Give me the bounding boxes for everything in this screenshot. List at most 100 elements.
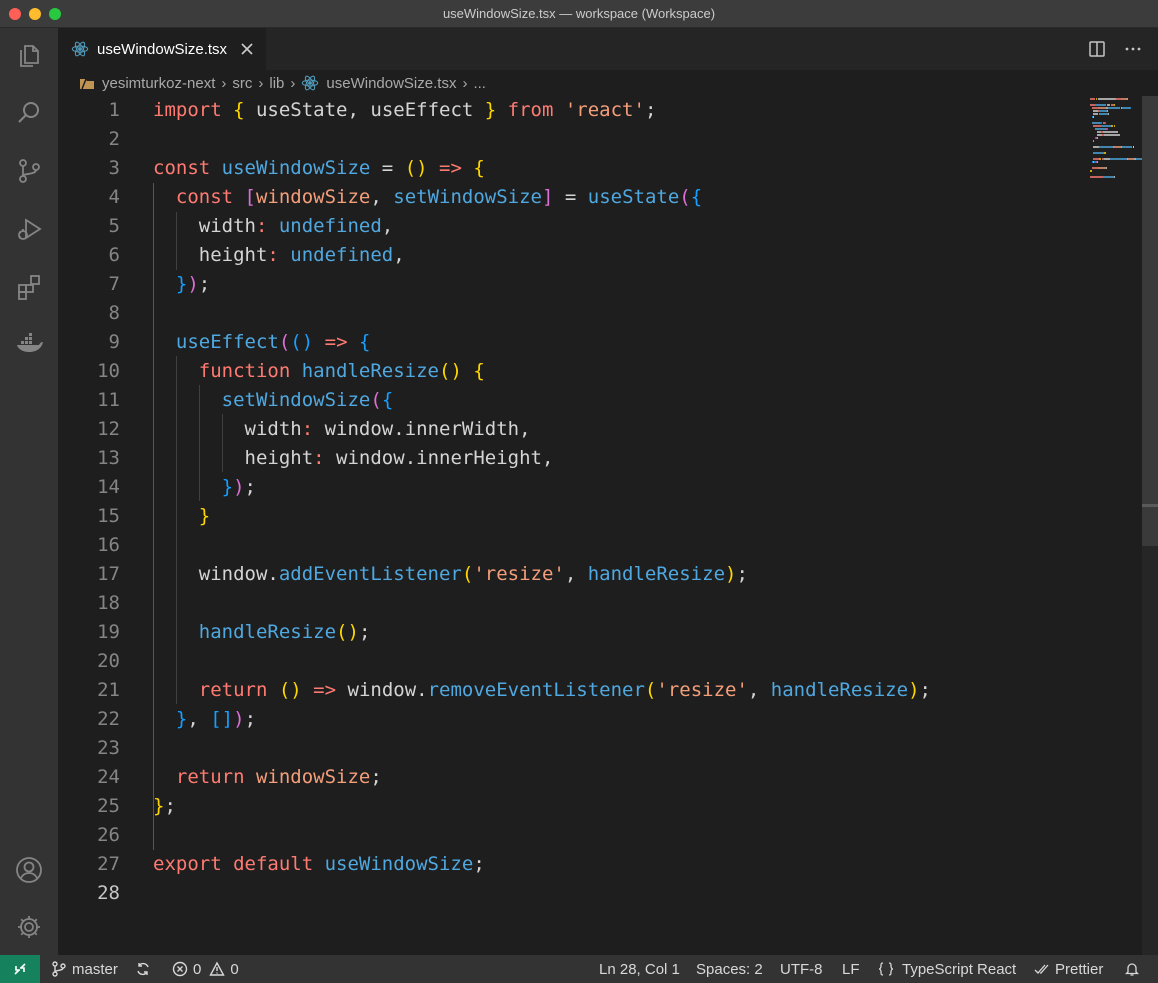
- activity-extensions[interactable]: [0, 264, 58, 310]
- code-line[interactable]: 17 window.addEventListener('resize', han…: [58, 560, 1082, 589]
- code-token: ;: [198, 273, 211, 295]
- code-line[interactable]: 8: [58, 299, 1082, 328]
- run-debug-icon: [18, 218, 42, 240]
- code-token: (): [278, 679, 302, 701]
- breadcrumb-lib[interactable]: lib: [269, 75, 284, 92]
- language-mode-selector[interactable]: TypeScript React: [878, 955, 1016, 983]
- activity-accounts[interactable]: [0, 847, 58, 893]
- code-line[interactable]: 11 setWindowSize({: [58, 386, 1082, 415]
- code-line[interactable]: 7 });: [58, 270, 1082, 299]
- code-line[interactable]: 6 height: undefined,: [58, 241, 1082, 270]
- code-line[interactable]: 2: [58, 125, 1082, 154]
- breadcrumb-symbols[interactable]: ...: [473, 75, 486, 92]
- code-token: }: [175, 273, 188, 295]
- code-line[interactable]: 21 return () => window.removeEventListen…: [58, 676, 1082, 705]
- code-token: ,: [187, 708, 211, 730]
- code-token: ;: [244, 708, 257, 730]
- minimap[interactable]: [1082, 96, 1148, 955]
- code-line[interactable]: 23: [58, 734, 1082, 763]
- code-line[interactable]: 18: [58, 589, 1082, 618]
- problems-indicator[interactable]: 0 0: [172, 955, 239, 983]
- vertical-scrollbar[interactable]: [1142, 96, 1158, 955]
- code-line[interactable]: 19 handleResize();: [58, 618, 1082, 647]
- activity-manage[interactable]: [0, 904, 58, 950]
- code-token: {: [473, 360, 485, 382]
- code-token: ,: [393, 244, 405, 266]
- remote-icon: [14, 963, 26, 975]
- code-token: handleResize: [587, 563, 726, 585]
- activity-source-control[interactable]: [0, 148, 58, 194]
- code-line[interactable]: 13 height: window.innerHeight,: [58, 444, 1082, 473]
- code-line[interactable]: 9 useEffect(() => {: [58, 328, 1082, 357]
- minimap-token: [1096, 137, 1098, 139]
- minimap-token: [1113, 146, 1121, 148]
- minimap-token: [1113, 176, 1115, 178]
- chevron-right-icon: ›: [290, 74, 296, 92]
- code-line[interactable]: 10 function handleResize() {: [58, 357, 1082, 386]
- scrollbar-thumb[interactable]: [1142, 96, 1158, 546]
- code-line[interactable]: 12 width: window.innerWidth,: [58, 415, 1082, 444]
- code-line[interactable]: 5 width: undefined,: [58, 212, 1082, 241]
- code-line[interactable]: 22 }, []);: [58, 705, 1082, 734]
- line-code: handleResize();: [153, 618, 371, 647]
- code-token: ;: [244, 476, 256, 498]
- breadcrumb-folder[interactable]: yesimturkoz-next: [78, 75, 215, 92]
- activity-run-debug[interactable]: [0, 206, 58, 252]
- code-token: addEventListener: [278, 563, 462, 585]
- split-editor-button[interactable]: [1086, 38, 1108, 60]
- code-editor[interactable]: 1 import { useState, useEffect } from 're…: [58, 96, 1082, 955]
- cursor-position[interactable]: Ln 28, Col 1: [599, 955, 680, 983]
- minimap-token: [1101, 125, 1112, 127]
- encoding-selector[interactable]: UTF-8: [780, 955, 823, 983]
- sync-button[interactable]: [135, 955, 151, 983]
- minimap-token: [1096, 161, 1098, 163]
- breadcrumb-src[interactable]: src: [232, 75, 252, 92]
- code-token: handleResize: [770, 679, 909, 701]
- breadcrumb-item: src: [232, 74, 253, 92]
- docker-icon: [17, 333, 43, 352]
- code-line[interactable]: 4 const [windowSize, setWindowSize] = us…: [58, 183, 1082, 212]
- folder-icon: [80, 78, 94, 90]
- line-code: }, []);: [153, 705, 256, 734]
- minimap-token: [1117, 131, 1119, 133]
- code-line[interactable]: 27 export default useWindowSize;: [58, 850, 1082, 879]
- error-icon: [172, 961, 188, 977]
- more-actions-button[interactable]: [1122, 38, 1144, 60]
- code-line[interactable]: 15 }: [58, 502, 1082, 531]
- breadcrumb-file[interactable]: useWindowSize.tsx: [301, 74, 456, 92]
- activity-search[interactable]: [0, 90, 58, 136]
- code-line[interactable]: 14 });: [58, 473, 1082, 502]
- close-icon[interactable]: [238, 40, 256, 58]
- code-line[interactable]: 26: [58, 821, 1082, 850]
- remote-indicator-button[interactable]: [0, 955, 40, 983]
- minimap-token: [1122, 107, 1130, 109]
- eol-selector[interactable]: LF: [842, 955, 860, 983]
- activity-docker[interactable]: [0, 322, 58, 368]
- code-line[interactable]: 3 const useWindowSize = () => {: [58, 154, 1082, 183]
- indentation-selector[interactable]: Spaces: 2: [696, 955, 763, 983]
- code-line[interactable]: 28: [58, 879, 1082, 908]
- minimap-token: [1099, 110, 1107, 112]
- code-token: windowSize: [255, 186, 371, 208]
- minimap-token: [1091, 122, 1100, 124]
- tab-usewindowsize[interactable]: useWindowSize.tsx: [58, 28, 266, 70]
- prettier-status[interactable]: Prettier: [1034, 955, 1103, 983]
- code-token: useWindowSize: [221, 157, 371, 179]
- code-token: 'resize': [656, 679, 748, 701]
- code-line[interactable]: 24 return windowSize;: [58, 763, 1082, 792]
- code-line[interactable]: 20: [58, 647, 1082, 676]
- code-token: .: [393, 418, 405, 440]
- code-token: ): [725, 563, 737, 585]
- branch-indicator[interactable]: master: [51, 955, 118, 983]
- activity-explorer[interactable]: [0, 33, 58, 79]
- code-line[interactable]: 25};: [58, 792, 1082, 821]
- code-line[interactable]: 1 import { useState, useEffect } from 're…: [58, 96, 1082, 125]
- code-token: ): [233, 476, 245, 498]
- code-line[interactable]: 16: [58, 531, 1082, 560]
- code-token: width: [153, 215, 256, 237]
- notifications-button[interactable]: [1124, 955, 1140, 983]
